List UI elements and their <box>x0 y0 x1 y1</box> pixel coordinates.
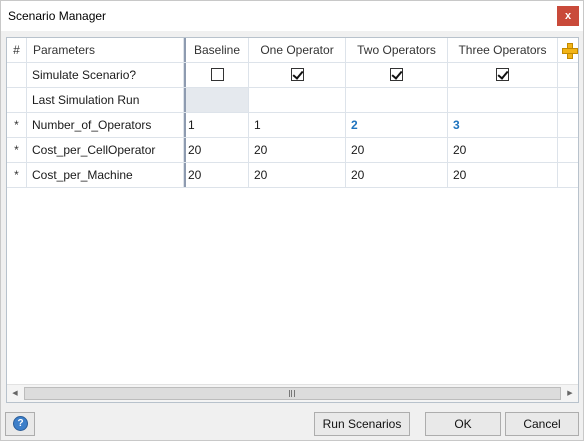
three-operators-value-cell[interactable]: 20 <box>448 163 558 187</box>
param-label: Simulate Scenario? <box>27 63 184 87</box>
scroll-right-arrow[interactable]: ▶ <box>562 385 578 402</box>
two-operators-value-cell[interactable]: 20 <box>346 163 448 187</box>
table-row: Simulate Scenario? <box>7 63 578 88</box>
baseline-value-cell[interactable]: 20 <box>186 138 249 162</box>
two-operators-simulate-checkbox[interactable] <box>390 67 403 81</box>
header-parameters[interactable]: Parameters <box>27 38 184 62</box>
empty-cell <box>558 163 578 187</box>
baseline-last-run-cell <box>186 88 249 112</box>
help-icon: ? <box>13 416 28 431</box>
three-operators-simulate-checkbox[interactable] <box>496 67 509 81</box>
table-row: * Number_of_Operators 1 1 2 3 <box>7 113 578 138</box>
grip-icon <box>289 390 295 397</box>
three-operators-last-run-cell <box>448 88 558 112</box>
param-label: Number_of_Operators <box>27 113 184 137</box>
table-row: Last Simulation Run <box>7 88 578 113</box>
baseline-simulate-cell <box>186 63 249 87</box>
cancel-button[interactable]: Cancel <box>505 412 579 436</box>
param-label: Cost_per_Machine <box>27 163 184 187</box>
param-label: Cost_per_CellOperator <box>27 138 184 162</box>
close-button[interactable]: x <box>557 6 579 26</box>
empty-cell <box>558 88 578 112</box>
run-scenarios-button[interactable]: Run Scenarios <box>314 412 410 436</box>
scrollbar-thumb[interactable] <box>24 387 561 400</box>
baseline-value-cell[interactable]: 20 <box>186 163 249 187</box>
plus-icon <box>562 43 578 59</box>
grid-header-row: # Parameters Baseline One Operator Two O… <box>7 38 578 63</box>
one-operator-simulate-cell <box>249 63 346 87</box>
empty-cell <box>558 113 578 137</box>
one-operator-value-cell[interactable]: 20 <box>249 138 346 162</box>
one-operator-last-run-cell <box>249 88 346 112</box>
scroll-left-arrow[interactable]: ◀ <box>7 385 23 402</box>
row-marker <box>7 88 27 112</box>
horizontal-scrollbar[interactable]: ◀ ▶ <box>7 384 578 402</box>
header-two-operators[interactable]: Two Operators <box>346 38 448 62</box>
two-operators-value-cell[interactable]: 2 <box>346 113 448 137</box>
three-operators-value-cell[interactable]: 3 <box>448 113 558 137</box>
two-operators-value-cell[interactable]: 20 <box>346 138 448 162</box>
one-operator-value-cell[interactable]: 1 <box>249 113 346 137</box>
scenario-grid: # Parameters Baseline One Operator Two O… <box>6 37 579 403</box>
button-bar: ? Run Scenarios OK Cancel <box>1 407 583 440</box>
ok-button[interactable]: OK <box>425 412 501 436</box>
header-one-operator[interactable]: One Operator <box>249 38 346 62</box>
header-baseline[interactable]: Baseline <box>186 38 249 62</box>
two-operators-simulate-cell <box>346 63 448 87</box>
row-marker: * <box>7 163 27 187</box>
one-operator-value-cell[interactable]: 20 <box>249 163 346 187</box>
row-marker: * <box>7 138 27 162</box>
table-row: * Cost_per_CellOperator 20 20 20 20 <box>7 138 578 163</box>
scenario-manager-window: Scenario Manager x # Parameters Baseline… <box>0 0 584 441</box>
table-row: * Cost_per_Machine 20 20 20 20 <box>7 163 578 188</box>
header-three-operators[interactable]: Three Operators <box>448 38 558 62</box>
title-bar: Scenario Manager x <box>1 1 583 31</box>
baseline-simulate-checkbox[interactable] <box>210 67 224 81</box>
empty-cell <box>558 138 578 162</box>
three-operators-simulate-cell <box>448 63 558 87</box>
one-operator-simulate-checkbox[interactable] <box>290 67 304 81</box>
param-label: Last Simulation Run <box>27 88 184 112</box>
header-hash: # <box>7 38 27 62</box>
help-button[interactable]: ? <box>5 412 35 436</box>
two-operators-last-run-cell <box>346 88 448 112</box>
row-marker <box>7 63 27 87</box>
row-marker: * <box>7 113 27 137</box>
baseline-value-cell[interactable]: 1 <box>186 113 249 137</box>
empty-cell <box>558 63 578 87</box>
add-scenario-button[interactable] <box>558 38 578 62</box>
three-operators-value-cell[interactable]: 20 <box>448 138 558 162</box>
window-title: Scenario Manager <box>8 9 107 23</box>
